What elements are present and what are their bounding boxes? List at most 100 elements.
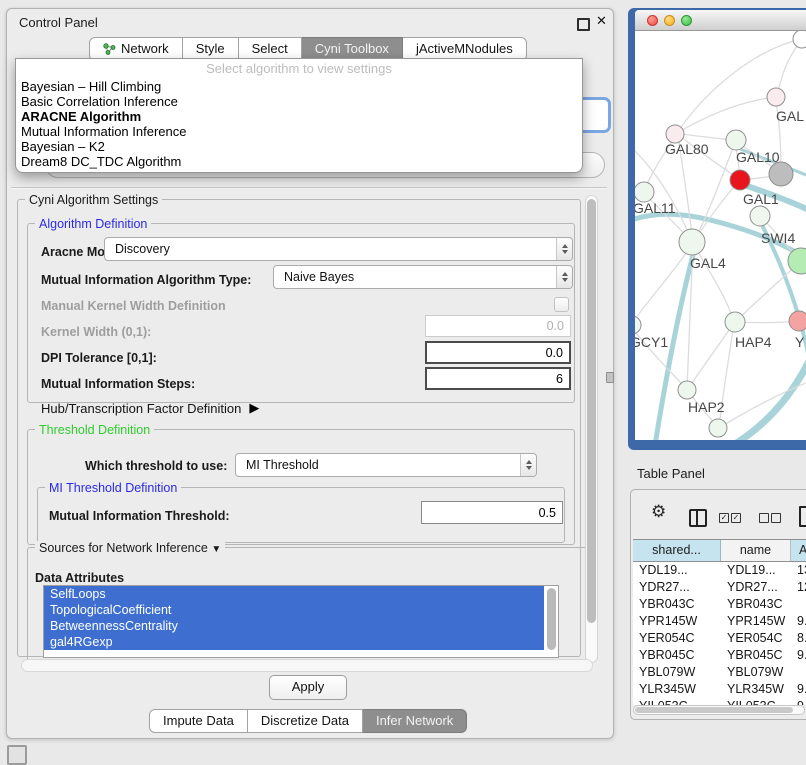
cell-value: 13 xyxy=(791,562,806,579)
column-header[interactable]: A xyxy=(791,540,806,561)
cyni-tab-infer-network[interactable]: Infer Network xyxy=(363,709,467,733)
network-node[interactable] xyxy=(730,170,750,190)
network-node[interactable] xyxy=(635,316,641,334)
network-view-window[interactable]: GALGAL80GAL10GAL1GAL11SWI4GAL4GCY1HAP4YH… xyxy=(628,8,806,450)
cell-name: YLR345W xyxy=(721,681,791,698)
data-attributes-label: Data Attributes xyxy=(35,571,124,585)
collapse-arrow-icon[interactable]: ▼ xyxy=(211,544,221,555)
attribute-item[interactable]: TopologicalCoefficient xyxy=(44,602,544,618)
dropdown-item[interactable]: Bayesian – Hill Climbing xyxy=(16,79,582,94)
network-node[interactable] xyxy=(793,31,806,48)
attribute-item[interactable]: BetweennessCentrality xyxy=(44,618,544,634)
table-row[interactable]: YLR345WYLR345W9. xyxy=(633,681,806,698)
threshold-definition-title: Threshold Definition xyxy=(35,423,154,437)
hub-transcription-factor-section[interactable]: Hub/Transcription Factor Definition ▶ xyxy=(41,400,259,416)
select-all-columns-icon[interactable]: ✓ xyxy=(719,513,729,523)
network-node[interactable] xyxy=(678,381,696,399)
aracne-mode-value: Discovery xyxy=(105,238,556,260)
minimize-traffic-light-icon[interactable] xyxy=(664,15,675,26)
network-edge[interactable] xyxy=(687,353,806,440)
dropdown-item[interactable]: Bayesian – K2 xyxy=(16,139,582,154)
close-icon[interactable]: ✕ xyxy=(596,13,607,29)
cell-shared-name: YER054C xyxy=(633,630,721,647)
table-row[interactable]: YPR145WYPR145W9. xyxy=(633,613,806,630)
attribute-item[interactable]: gal4RGexp xyxy=(44,634,544,650)
list-scrollbar-thumb[interactable] xyxy=(547,588,556,650)
network-window-titlebar[interactable] xyxy=(635,10,806,31)
network-node-label: HAP2 xyxy=(688,399,725,415)
float-panel-icon[interactable] xyxy=(577,18,590,31)
kernel-width-field[interactable]: 0.0 xyxy=(425,315,571,337)
dropdown-item[interactable]: Dream8 DC_TDC Algorithm xyxy=(16,154,582,169)
split-pane-divider[interactable] xyxy=(606,372,614,383)
table-panel-window: ⚙ ✓ ✓ shared... name A YDL19...YDL19...1… xyxy=(630,489,806,720)
attribute-item[interactable]: SelfLoops xyxy=(44,586,544,602)
network-node[interactable] xyxy=(750,206,770,226)
scrollbar-thumb[interactable] xyxy=(635,707,793,713)
mi-steps-field[interactable]: 6 xyxy=(425,367,571,390)
dpi-tolerance-label: DPI Tolerance [0,1]: xyxy=(41,351,157,365)
table-row[interactable]: YBL079WYBL079W xyxy=(633,664,806,681)
network-node[interactable] xyxy=(767,88,785,106)
aracne-mode-combo[interactable]: Discovery xyxy=(104,237,573,261)
cell-name: YDL19... xyxy=(721,562,791,579)
column-header[interactable]: name xyxy=(721,540,791,561)
settings-vertical-scrollbar[interactable] xyxy=(585,195,598,663)
network-node[interactable] xyxy=(789,311,806,331)
table-row[interactable]: YDL19...YDL19...13 xyxy=(633,562,806,579)
cell-name: YBR045C xyxy=(721,647,791,664)
network-node[interactable] xyxy=(635,182,654,202)
network-node[interactable] xyxy=(769,162,793,186)
data-attributes-list[interactable]: SelfLoopsTopologicalCoefficientBetweenne… xyxy=(43,585,559,658)
table-row[interactable]: YER054CYER054C8. xyxy=(633,630,806,647)
mi-threshold-field[interactable]: 0.5 xyxy=(421,501,563,524)
table-row[interactable]: YDR27...YDR27...12 xyxy=(633,579,806,596)
mi-threshold-definition-title: MI Threshold Definition xyxy=(45,481,181,495)
manual-kernel-width-checkbox[interactable] xyxy=(554,297,569,312)
table-row[interactable]: YBR045CYBR045C9. xyxy=(633,647,806,664)
network-edge[interactable] xyxy=(677,97,775,133)
cyni-tab-discretize-data[interactable]: Discretize Data xyxy=(248,709,363,733)
network-canvas[interactable]: GALGAL80GAL10GAL1GAL11SWI4GAL4GCY1HAP4YH… xyxy=(635,31,806,440)
cyni-tab-impute-data[interactable]: Impute Data xyxy=(149,709,248,733)
network-node[interactable] xyxy=(679,229,705,255)
column-layout-icon[interactable] xyxy=(689,509,707,527)
network-node[interactable] xyxy=(709,419,727,437)
cyni-tab-label: Discretize Data xyxy=(261,713,349,729)
table-row[interactable]: YBR043CYBR043C xyxy=(633,596,806,613)
new-table-icon[interactable] xyxy=(799,506,806,527)
close-traffic-light-icon[interactable] xyxy=(647,15,658,26)
settings-horizontal-scrollbar[interactable] xyxy=(21,659,593,672)
mi-algorithm-type-combo[interactable]: Naive Bayes xyxy=(273,265,573,289)
unselect-all-columns-icon[interactable] xyxy=(771,513,781,523)
column-header[interactable]: shared... xyxy=(633,540,721,561)
apply-button[interactable]: Apply xyxy=(269,675,347,700)
control-tab-label: Select xyxy=(252,41,288,57)
control-panel-title: Control Panel xyxy=(19,15,98,30)
dropdown-item[interactable]: ARACNE Algorithm xyxy=(16,109,582,124)
cell-value xyxy=(791,664,806,681)
settings-gear-icon[interactable]: ⚙ xyxy=(651,502,666,522)
dropdown-item[interactable]: Mutual Information Inference xyxy=(16,124,582,139)
scrollbar-thumb[interactable] xyxy=(587,199,596,623)
network-edge[interactable] xyxy=(688,323,734,389)
zoom-traffic-light-icon[interactable] xyxy=(681,15,692,26)
dropdown-item[interactable]: Basic Correlation Inference xyxy=(16,94,582,109)
unselect-all-columns-icon[interactable] xyxy=(759,513,769,523)
network-node[interactable] xyxy=(726,130,746,150)
minimized-panel-icon[interactable] xyxy=(7,745,27,765)
table-panel-title: Table Panel xyxy=(637,466,705,481)
expand-arrow-icon[interactable]: ▶ xyxy=(249,400,259,416)
select-all-columns-icon[interactable]: ✓ xyxy=(731,513,741,523)
table-row[interactable]: YIL053CYIL053C9 xyxy=(633,698,806,705)
network-node[interactable] xyxy=(725,312,745,332)
which-threshold-combo[interactable]: MI Threshold xyxy=(235,453,537,477)
cell-value xyxy=(791,596,806,613)
cell-shared-name: YBR043C xyxy=(633,596,721,613)
table-header: shared... name A xyxy=(633,539,806,562)
table-horizontal-scrollbar[interactable] xyxy=(633,705,805,715)
stepper-arrows-icon xyxy=(520,454,536,476)
dpi-tolerance-field[interactable]: 0.0 xyxy=(425,341,571,364)
network-node-label: GAL1 xyxy=(743,191,779,207)
manual-kernel-width-label: Manual Kernel Width Definition xyxy=(41,299,226,313)
